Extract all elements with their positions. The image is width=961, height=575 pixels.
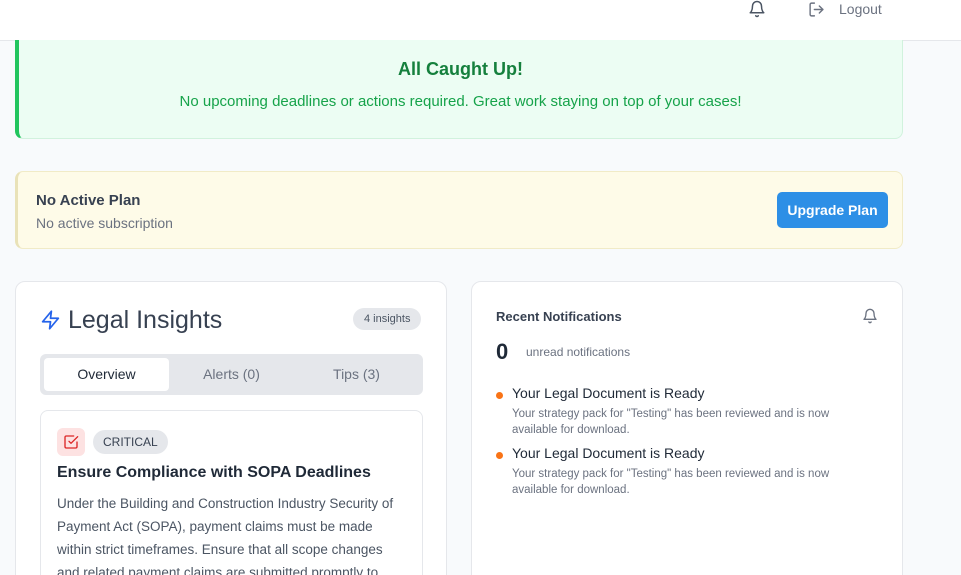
logout-label: Logout	[839, 1, 882, 17]
checkbox-icon	[57, 428, 85, 456]
notification-body: Your strategy pack for "Testing" has bee…	[512, 468, 830, 496]
notification-item[interactable]: Your Legal Document is Ready Your strate…	[496, 385, 876, 441]
tab-tips[interactable]: Tips (3)	[294, 358, 419, 391]
top-bar: Logout	[0, 0, 961, 41]
notification-body: Your strategy pack for "Testing" has bee…	[512, 408, 830, 436]
unread-label: unread notifications	[526, 345, 631, 359]
bell-icon[interactable]	[862, 308, 878, 324]
banner-message: No upcoming deadlines or actions require…	[179, 93, 742, 110]
insight-title: Ensure Compliance with SOPA Deadlines	[57, 464, 371, 481]
tab-alerts[interactable]: Alerts (0)	[169, 358, 294, 391]
insights-title: Legal Insights	[68, 306, 223, 334]
all-caught-up-banner: All Caught Up! No upcoming deadlines or …	[15, 40, 903, 139]
recent-notifications-panel: Recent Notifications 0 unread notificati…	[471, 281, 903, 575]
unread-dot	[496, 452, 503, 459]
unread-dot	[496, 392, 503, 399]
notifications-title: Recent Notifications	[496, 309, 622, 324]
notification-item[interactable]: Your Legal Document is Ready Your strate…	[496, 445, 876, 501]
tab-overview[interactable]: Overview	[44, 358, 169, 391]
plan-banner: No Active Plan No active subscription Up…	[15, 171, 903, 249]
insight-body: Under the Building and Construction Indu…	[57, 496, 394, 575]
banner-title: All Caught Up!	[398, 59, 523, 79]
zap-icon	[41, 310, 60, 330]
logout-button[interactable]: Logout	[808, 0, 882, 18]
unread-count: 0	[496, 339, 509, 364]
upgrade-plan-button[interactable]: Upgrade Plan	[777, 192, 888, 228]
insights-count-badge: 4 insights	[353, 308, 422, 330]
logout-icon	[809, 1, 824, 17]
plan-subtitle: No active subscription	[36, 215, 173, 231]
notification-title: Your Legal Document is Ready	[512, 385, 705, 401]
notification-title: Your Legal Document is Ready	[512, 445, 705, 461]
severity-badge: CRITICAL	[93, 430, 168, 454]
insight-card[interactable]: CRITICAL Ensure Compliance with SOPA Dea…	[40, 410, 423, 575]
bell-icon[interactable]	[748, 0, 766, 18]
legal-insights-panel: Legal Insights 4 insights Overview Alert…	[15, 281, 447, 575]
insights-tabs: Overview Alerts (0) Tips (3)	[40, 354, 423, 395]
plan-title: No Active Plan	[36, 192, 141, 209]
